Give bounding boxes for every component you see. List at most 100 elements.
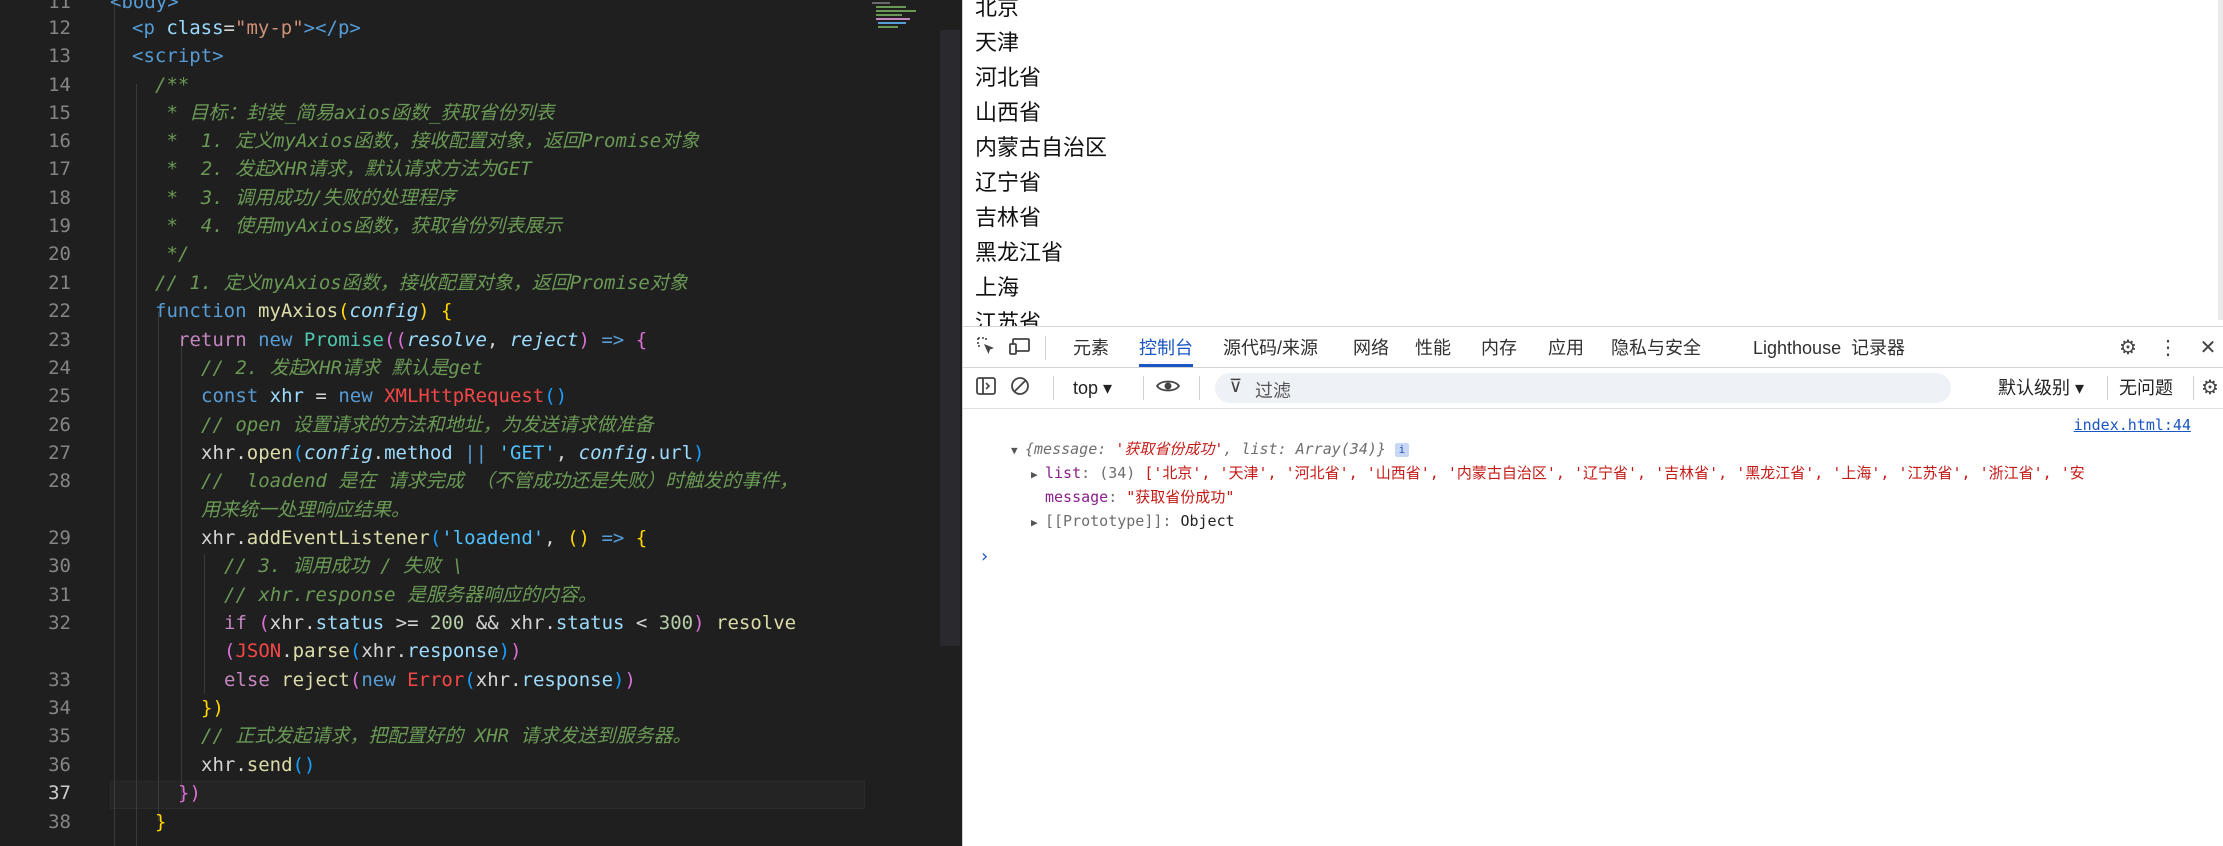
line-number: 28 — [48, 470, 71, 492]
devtools-panel: 元素 控制台 源代码/来源 网络 性能 内存 应用 隐私与安全 Lighthouse 记录器 ⚙ … — [962, 326, 2223, 846]
console-settings-icon[interactable]: ⚙ — [2197, 375, 2223, 401]
code-line-27: xhr.open(config.method || 'GET', config.… — [201, 442, 705, 464]
line-number: 29 — [48, 527, 71, 549]
line-number: 18 — [48, 187, 71, 209]
devtools-tab[interactable]: 隐私与安全 — [1611, 327, 1701, 367]
line-number: 30 — [48, 555, 71, 577]
line-number: 26 — [48, 414, 71, 436]
close-icon[interactable]: ✕ — [2195, 335, 2221, 361]
filter-input[interactable]: ⊽ 过滤 — [1215, 373, 1951, 403]
code-line-17: * 2. 发起XHR请求，默认请求方法为GET — [155, 158, 532, 180]
more-vertical-icon[interactable]: ⋮ — [2155, 335, 2181, 361]
code-line-28-wrap: 用来统一处理响应结果。 — [201, 499, 411, 521]
devtools-tab[interactable]: 源代码/来源 — [1223, 327, 1318, 367]
code-line-33: else reject(new Error(xhr.response)) — [224, 669, 636, 691]
code-line-36: xhr.send() — [201, 754, 316, 776]
code-line-35: // 正式发起请求，把配置好的 XHR 请求发送到服务器。 — [201, 725, 692, 747]
source-link[interactable]: index.html:44 — [2074, 416, 2191, 434]
province-item: 辽宁省 — [975, 171, 1042, 196]
province-item: 江苏省 — [975, 311, 1042, 326]
clear-console-icon[interactable] — [1007, 375, 1033, 401]
code-line-23: return new Promise((resolve, reject) => … — [178, 329, 648, 351]
devtools-tab[interactable]: 记录器 — [1851, 327, 1905, 367]
inspect-element-icon[interactable] — [973, 335, 999, 361]
console-toolbar: top ▾ ⊽ 过滤 默认级别 ▾ 无问题 ⚙ — [963, 368, 2223, 409]
log-level-select[interactable]: 默认级别 ▾ — [1998, 374, 2084, 402]
divider — [1053, 376, 1054, 400]
code-line-12: <p class="my-p"></p> — [132, 17, 361, 39]
expand-triangle-icon[interactable]: ▶ — [1031, 464, 1045, 486]
code-line-21: // 1. 定义myAxios函数，接收配置对象，返回Promise对象 — [155, 272, 688, 294]
line-number: 12 — [48, 17, 71, 39]
code-area[interactable]: <body> <p class="my-p"></p> <script> /**… — [110, 0, 870, 846]
province-item: 内蒙古自治区 — [975, 136, 1108, 161]
console-object-summary[interactable]: ▼ {message: '获取省份成功', list: Array(34)} i — [1011, 438, 1409, 462]
page-preview: 北京 天津 河北省 山西省 内蒙古自治区 辽宁省 吉林省 黑龙江省 上海 江苏省 — [962, 0, 2223, 326]
line-number: 24 — [48, 357, 71, 379]
line-number: 20 — [48, 243, 71, 265]
line-number: 37 — [48, 782, 71, 804]
code-line-24: // 2. 发起XHR请求 默认是get — [201, 357, 483, 379]
code-line-31: // xhr.response 是服务器响应的内容。 — [224, 584, 598, 606]
devtools-tab[interactable]: 网络 — [1353, 327, 1389, 367]
code-line-22: function myAxios(config) { — [155, 300, 453, 322]
console-output[interactable]: index.html:44 ▼ {message: '获取省份成功', list:… — [963, 408, 2223, 846]
console-prototype-property[interactable]: ▶ [[Prototype]]: Object — [1031, 510, 1235, 534]
minimap[interactable] — [870, 0, 940, 60]
preview-scrollbar[interactable] — [2218, 0, 2223, 320]
sidebar-toggle-icon[interactable] — [973, 375, 999, 401]
chevron-down-icon: ▾ — [2075, 378, 2085, 398]
code-line-13: <script> — [132, 45, 224, 67]
devtools-tab[interactable]: Lighthouse — [1753, 327, 1841, 367]
code-line-32-wrap: (JSON.parse(xhr.response)) — [224, 640, 522, 662]
province-item: 北京 — [975, 0, 1020, 21]
devtools-tab[interactable]: 控制台 — [1139, 327, 1193, 367]
line-number: 34 — [48, 697, 71, 719]
line-number: 27 — [48, 442, 71, 464]
line-number: 22 — [48, 300, 71, 322]
line-number: 14 — [48, 74, 71, 96]
expand-triangle-icon[interactable]: ▼ — [1011, 440, 1025, 462]
devtools-tab[interactable]: 应用 — [1548, 327, 1584, 367]
line-number-gutter: 11 12 13 14 15 16 17 18 19 20 21 22 23 24 25 26 27 28 29 30… — [0, 0, 95, 846]
line-number: 38 — [48, 811, 71, 833]
gear-icon[interactable]: ⚙ — [2115, 335, 2141, 361]
line-number: 21 — [48, 272, 71, 294]
expand-triangle-icon[interactable]: ▶ — [1031, 512, 1045, 534]
issues-button[interactable]: 无问题 — [2119, 374, 2173, 402]
province-item: 黑龙江省 — [975, 241, 1064, 266]
eye-icon[interactable] — [1155, 375, 1181, 401]
code-line-16: * 1. 定义myAxios函数，接收配置对象，返回Promise对象 — [155, 130, 700, 152]
line-number: 23 — [48, 329, 71, 351]
editor-scrollbar[interactable] — [940, 30, 960, 646]
filter-icon: ⊽ — [1229, 376, 1243, 396]
code-line-32: if (xhr.status >= 200 && xhr.status < 30… — [224, 612, 797, 634]
code-line-37: }) — [178, 782, 201, 804]
device-toggle-icon[interactable] — [1007, 335, 1033, 361]
console-message-property: message: "获取省份成功" — [1045, 488, 1235, 506]
line-number: 33 — [48, 669, 71, 691]
code-line-26: // open 设置请求的方法和地址，为发送请求做准备 — [201, 414, 654, 436]
devtools-tab[interactable]: 性能 — [1415, 327, 1451, 367]
code-line-29: xhr.addEventListener('loadend', () => { — [201, 527, 648, 549]
code-line-34: }) — [201, 697, 224, 719]
code-line-14: /** — [155, 74, 190, 96]
line-number: 31 — [48, 584, 71, 606]
code-line-38: } — [155, 811, 167, 833]
province-item: 山西省 — [975, 101, 1042, 126]
context-select[interactable]: top ▾ — [1073, 374, 1112, 402]
line-number: 17 — [48, 158, 71, 180]
info-icon[interactable]: i — [1394, 442, 1409, 457]
divider — [1045, 336, 1046, 360]
console-prompt[interactable]: › — [979, 546, 990, 568]
filter-placeholder: 过滤 — [1255, 381, 1291, 401]
console-list-property[interactable]: ▶ list: (34) ['北京', '天津', '河北省', '山西省', '… — [1031, 462, 2085, 486]
divider — [1199, 376, 1200, 400]
code-line-20: */ — [155, 243, 190, 265]
devtools-tab[interactable]: 内存 — [1481, 327, 1517, 367]
devtools-tab[interactable]: 元素 — [1073, 327, 1109, 367]
divider — [2193, 376, 2194, 400]
chevron-down-icon: ▾ — [1103, 378, 1113, 398]
code-editor[interactable]: 11 12 13 14 15 16 17 18 19 20 21 22 23 24 25 26 27 28 29 30… — [0, 0, 960, 846]
line-number: 13 — [48, 45, 71, 67]
